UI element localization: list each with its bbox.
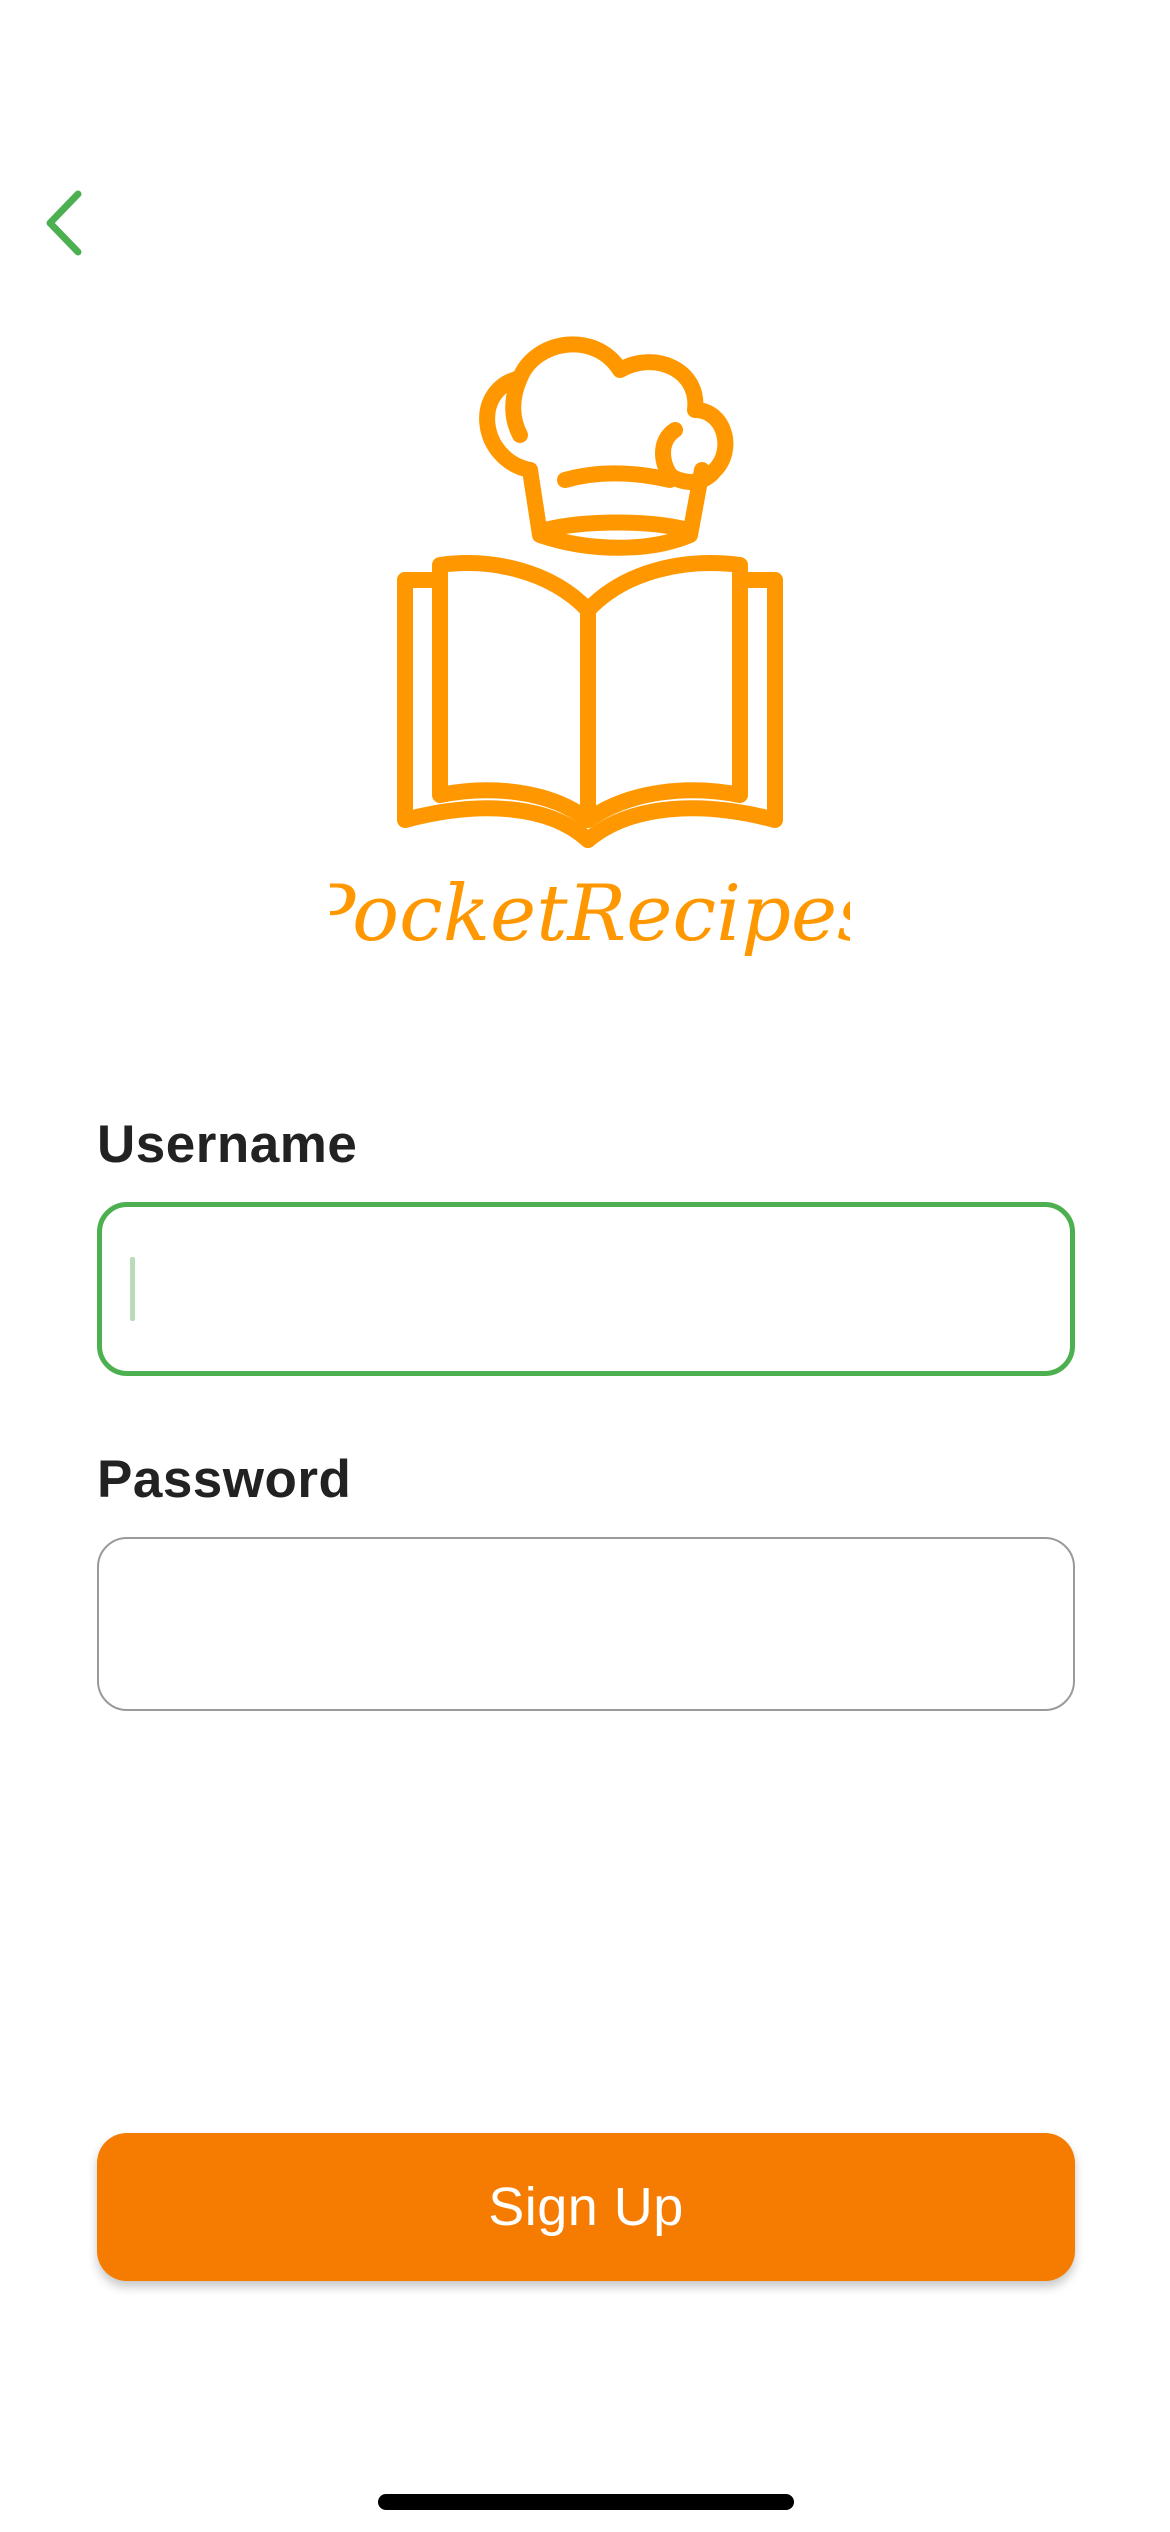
- password-label: Password: [97, 1450, 352, 1509]
- username-input[interactable]: [97, 1202, 1075, 1376]
- chevron-left-icon: [40, 188, 90, 263]
- logo-wordmark: PocketRecipes: [330, 869, 850, 959]
- app-logo: PocketRecipes: [330, 330, 850, 990]
- chef-hat-book-icon: PocketRecipes: [330, 336, 850, 959]
- home-indicator[interactable]: [378, 2494, 794, 2510]
- sign-up-button[interactable]: Sign Up: [97, 2133, 1075, 2281]
- back-button[interactable]: [30, 180, 100, 270]
- password-input[interactable]: [97, 1537, 1075, 1711]
- text-cursor: [130, 1257, 135, 1321]
- username-label: Username: [97, 1115, 358, 1174]
